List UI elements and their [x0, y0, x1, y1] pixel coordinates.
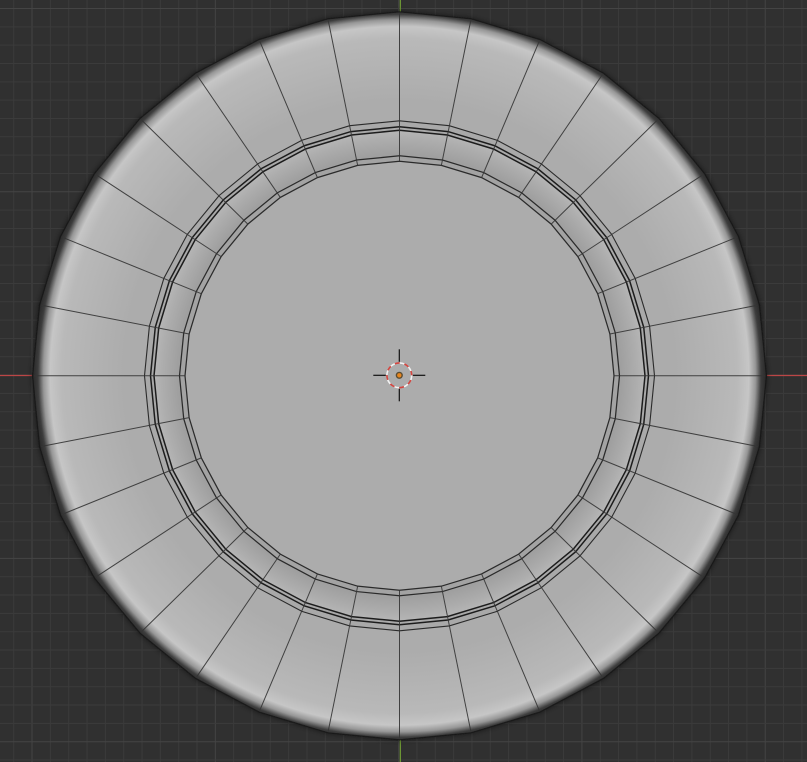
blender-3d-viewport[interactable]: [0, 0, 807, 762]
viewport-canvas[interactable]: [0, 0, 807, 762]
object-origin-dot: [397, 373, 401, 377]
